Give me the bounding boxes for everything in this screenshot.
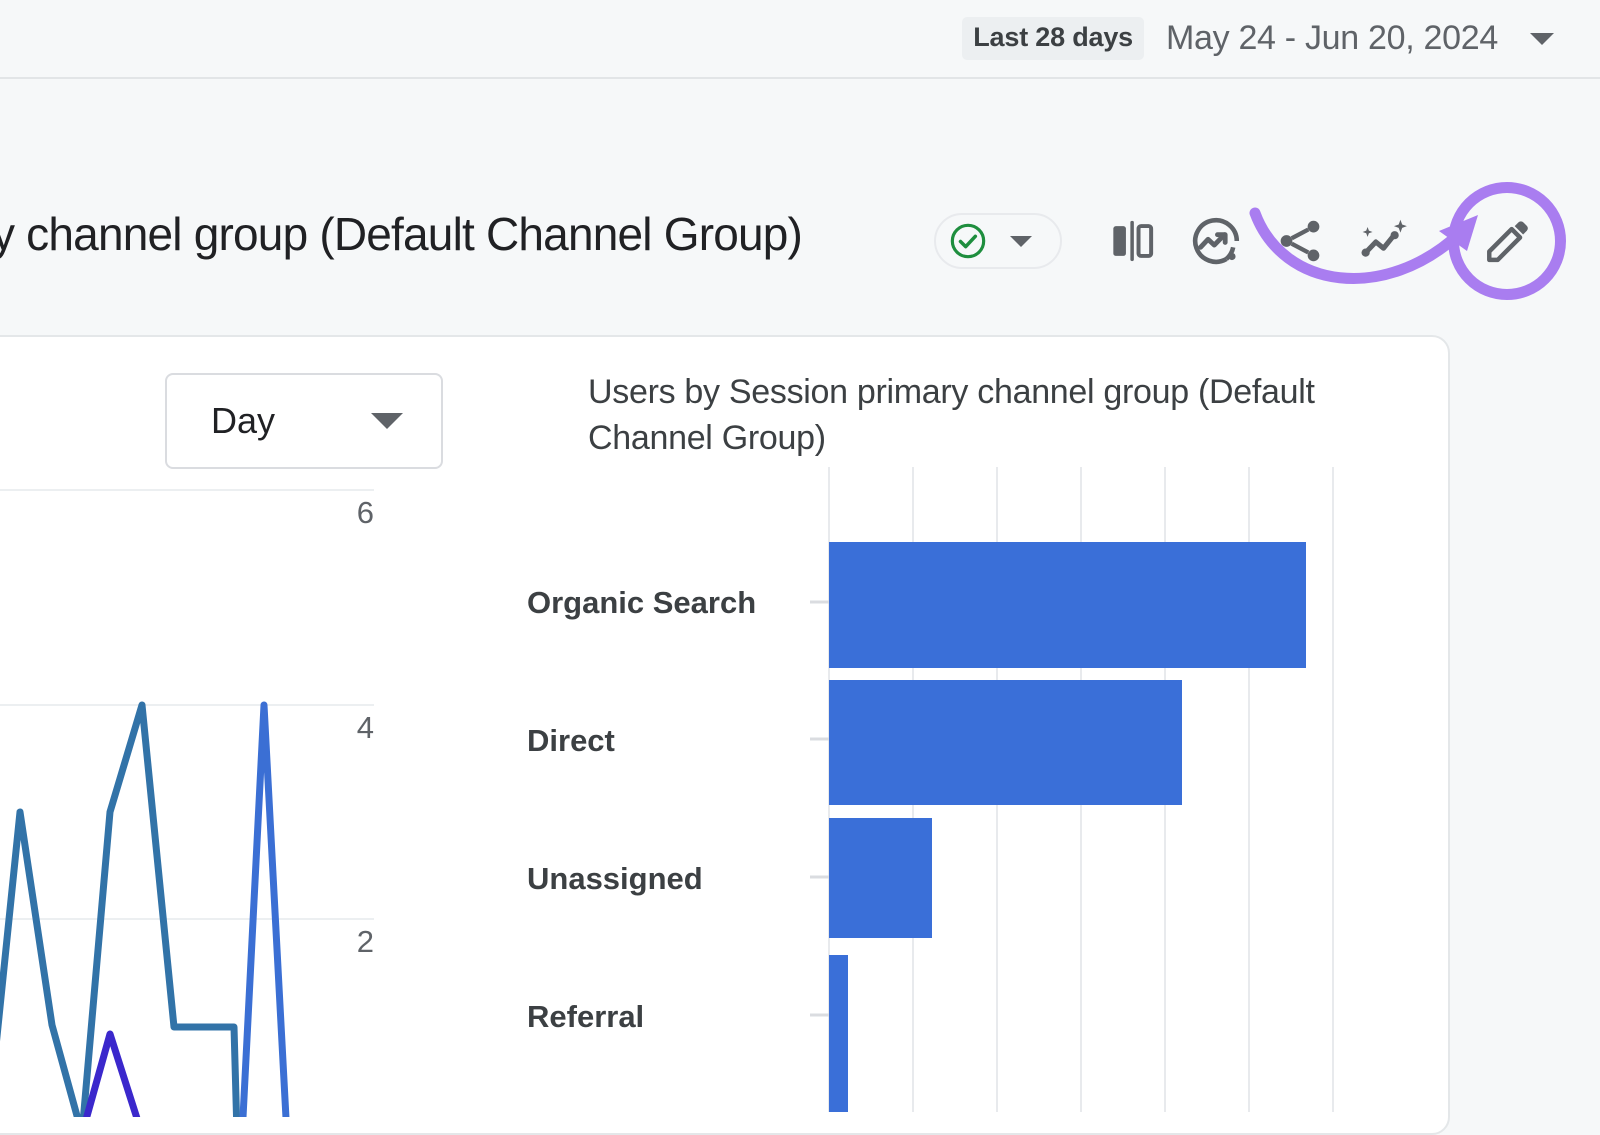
bar-chart-title: Users by Session primary channel group (… <box>588 369 1348 461</box>
date-preset-chip[interactable]: Last 28 days <box>962 17 1144 60</box>
share-icon[interactable] <box>1268 209 1332 273</box>
check-circle-icon <box>948 221 988 261</box>
chevron-down-icon[interactable] <box>1010 236 1032 247</box>
date-range-picker[interactable]: Last 28 days May 24 - Jun 20, 2024 <box>962 17 1554 60</box>
line-chart-svg <box>0 477 442 1117</box>
chevron-down-icon[interactable] <box>1530 33 1554 45</box>
report-content-card: lt Day 6 4 2 Users by Sess <box>0 335 1450 1135</box>
y-tick-6: 6 <box>314 495 374 531</box>
line-chart-panel: lt Day 6 4 2 <box>0 337 442 1109</box>
bar-category-unassigned: Unassigned <box>527 861 703 897</box>
granularity-select[interactable]: Day <box>165 373 443 469</box>
report-title-bar: y channel group (Default Channel Group) <box>0 79 1600 335</box>
bar-direct <box>829 680 1182 805</box>
compare-icon[interactable] <box>1100 209 1164 273</box>
page-title: y channel group (Default Channel Group) <box>0 207 802 261</box>
ai-trend-icon[interactable] <box>1352 209 1416 273</box>
bar-referral <box>829 955 848 1112</box>
bar-category-referral: Referral <box>527 999 644 1035</box>
line-series-violet <box>0 1034 192 1117</box>
bar-unassigned <box>829 818 932 938</box>
bar-chart-panel: Users by Session primary channel group (… <box>582 337 1450 1109</box>
bar-category-direct: Direct <box>527 723 615 759</box>
date-range-text[interactable]: May 24 - Jun 20, 2024 <box>1166 19 1498 58</box>
line-chart: 6 4 2 <box>0 477 442 1117</box>
bar-chart-svg <box>582 467 1450 1112</box>
status-badge[interactable] <box>934 213 1062 269</box>
bar-chart: Organic Search Direct Unassigned Referra… <box>582 467 1450 1112</box>
annotation-highlight-ring <box>1448 182 1566 300</box>
y-tick-2: 2 <box>314 924 374 960</box>
granularity-value: Day <box>211 400 275 442</box>
date-range-header: Last 28 days May 24 - Jun 20, 2024 <box>0 0 1600 77</box>
bar-organic-search <box>829 542 1306 668</box>
insights-icon[interactable] <box>1184 209 1248 273</box>
bar-category-organic-search: Organic Search <box>527 585 756 621</box>
y-tick-4: 4 <box>314 710 374 746</box>
chevron-down-icon <box>371 413 403 429</box>
